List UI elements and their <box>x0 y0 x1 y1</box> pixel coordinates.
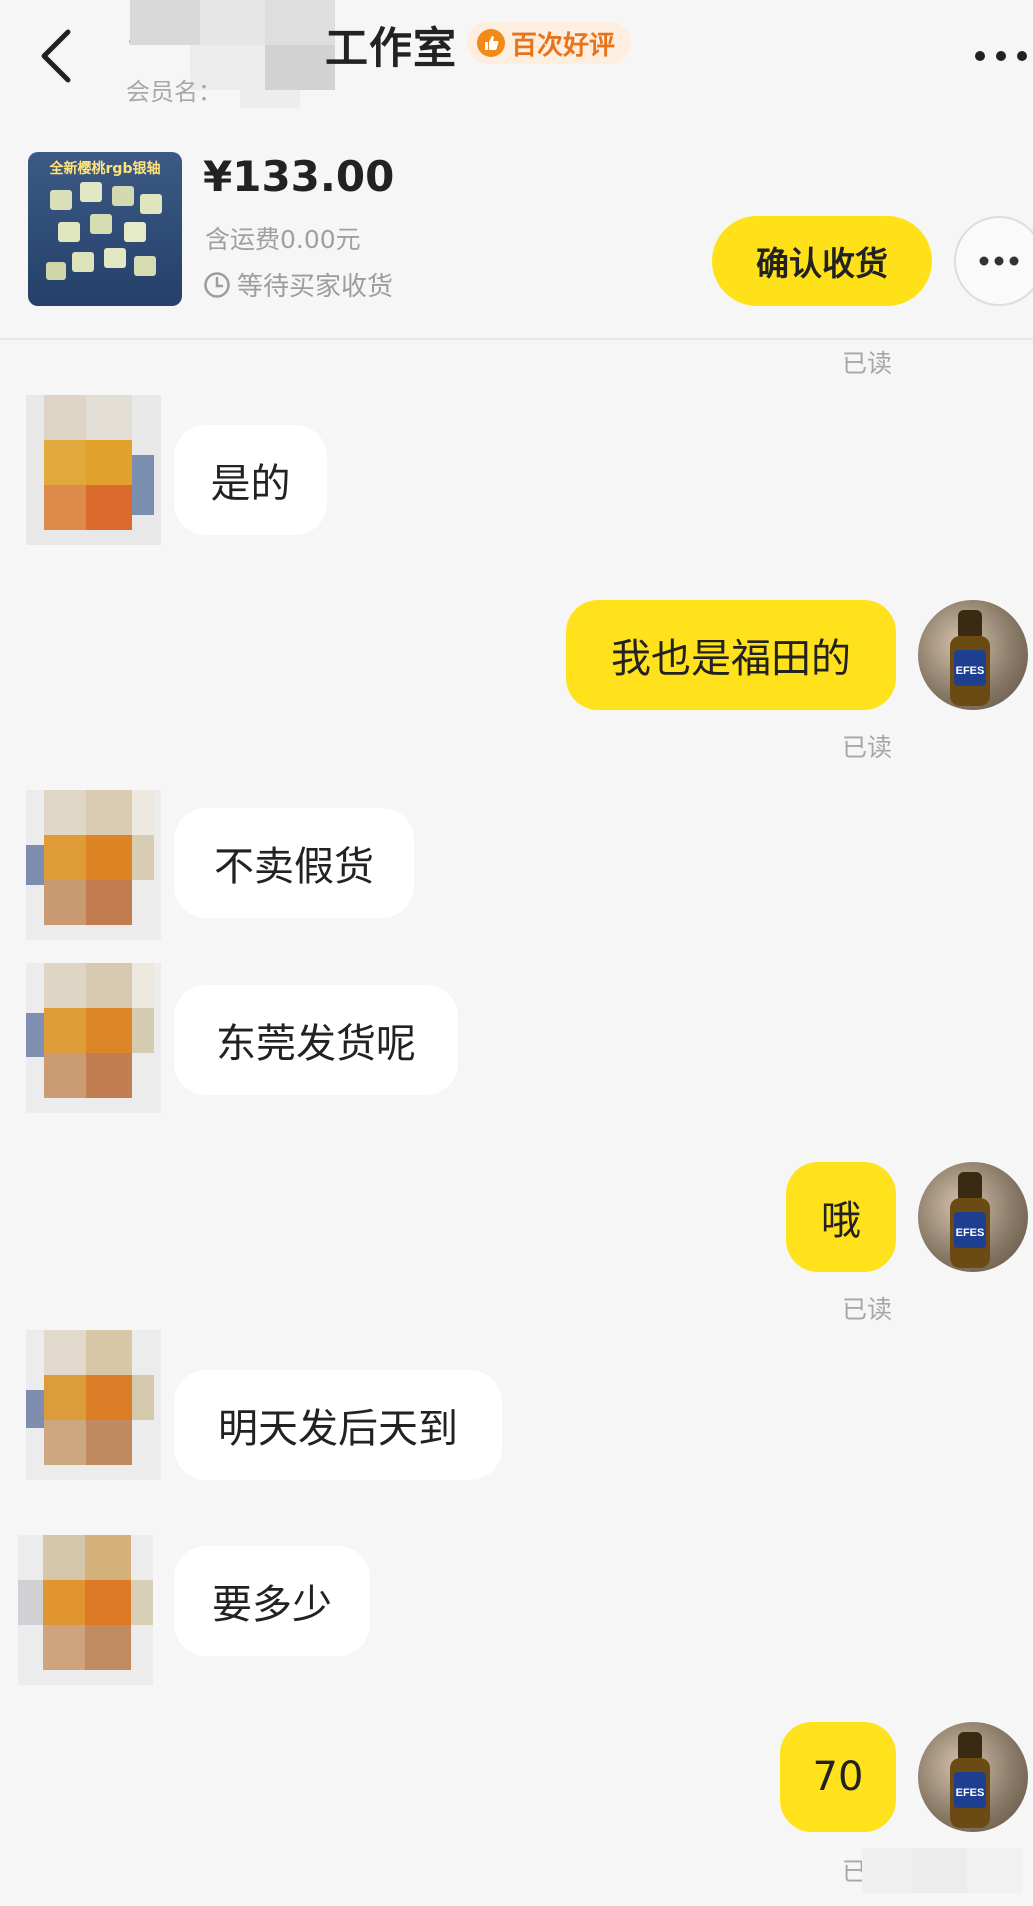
svg-text:EFES: EFES <box>956 1787 985 1799</box>
beer-bottle-icon: EFES <box>950 1732 990 1828</box>
svg-text:EFES: EFES <box>956 1227 985 1239</box>
shipping-fee: 含运费0.00元 <box>205 225 361 254</box>
order-status: 等待买家收货 <box>203 266 393 303</box>
seller-avatar[interactable] <box>26 963 161 1113</box>
thumbs-up-icon <box>477 29 505 57</box>
clock-icon <box>204 271 230 298</box>
message-bubble-incoming[interactable]: 是的 <box>174 425 327 535</box>
product-thumbnail[interactable]: 全新樱桃rgb银轴 <box>28 152 182 306</box>
user-avatar[interactable]: EFES <box>918 1722 1028 1832</box>
seller-avatar[interactable] <box>18 1535 153 1685</box>
beer-bottle-icon: EFES <box>950 610 990 706</box>
user-avatar[interactable]: EFES <box>918 1162 1028 1272</box>
message-bubble-incoming[interactable]: 不卖假货 <box>174 808 414 918</box>
read-receipt: 已读 <box>842 733 893 762</box>
message-bubble-outgoing[interactable]: 哦 <box>786 1162 896 1272</box>
message-bubble-incoming[interactable]: 明天发后天到 <box>174 1370 502 1480</box>
keyswitch-picture <box>46 182 162 280</box>
seller-avatar[interactable] <box>26 790 161 940</box>
order-more-button[interactable] <box>954 216 1033 306</box>
message-bubble-incoming[interactable]: 东莞发货呢 <box>174 985 458 1095</box>
message-bubble-incoming[interactable]: 要多少 <box>174 1546 370 1656</box>
watermark-blur <box>862 1848 1022 1893</box>
badge-label: 百次好评 <box>511 30 616 61</box>
member-name-label: 会员名： <box>126 78 222 106</box>
confirm-receipt-button[interactable]: 确认收货 <box>712 216 932 306</box>
user-avatar[interactable]: EFES <box>918 600 1028 710</box>
more-options-icon[interactable] <box>972 40 1030 72</box>
seller-avatar[interactable] <box>26 395 161 545</box>
price: ¥133.00 <box>203 152 395 201</box>
shop-title: 工作室 <box>325 24 457 74</box>
rating-badge: 百次好评 <box>467 22 632 64</box>
message-bubble-outgoing[interactable]: 70 <box>780 1722 896 1832</box>
beer-bottle-icon: EFES <box>950 1172 990 1268</box>
back-arrow-icon[interactable] <box>34 24 82 88</box>
seller-avatar[interactable] <box>26 1330 161 1480</box>
chat-header: - 工作室 百次好评 会员名： <box>0 0 1033 110</box>
more-dots-icon <box>979 256 1019 266</box>
read-receipt: 已读 <box>842 1295 893 1324</box>
read-receipt: 已读 <box>842 349 893 378</box>
svg-text:EFES: EFES <box>956 665 985 677</box>
order-product-card: 全新樱桃rgb银轴 ¥133.00 含运费0.00元 等待买家收货 确认收货 <box>0 130 1033 340</box>
message-bubble-outgoing[interactable]: 我也是福田的 <box>566 600 896 710</box>
order-status-text: 等待买家收货 <box>237 272 394 302</box>
